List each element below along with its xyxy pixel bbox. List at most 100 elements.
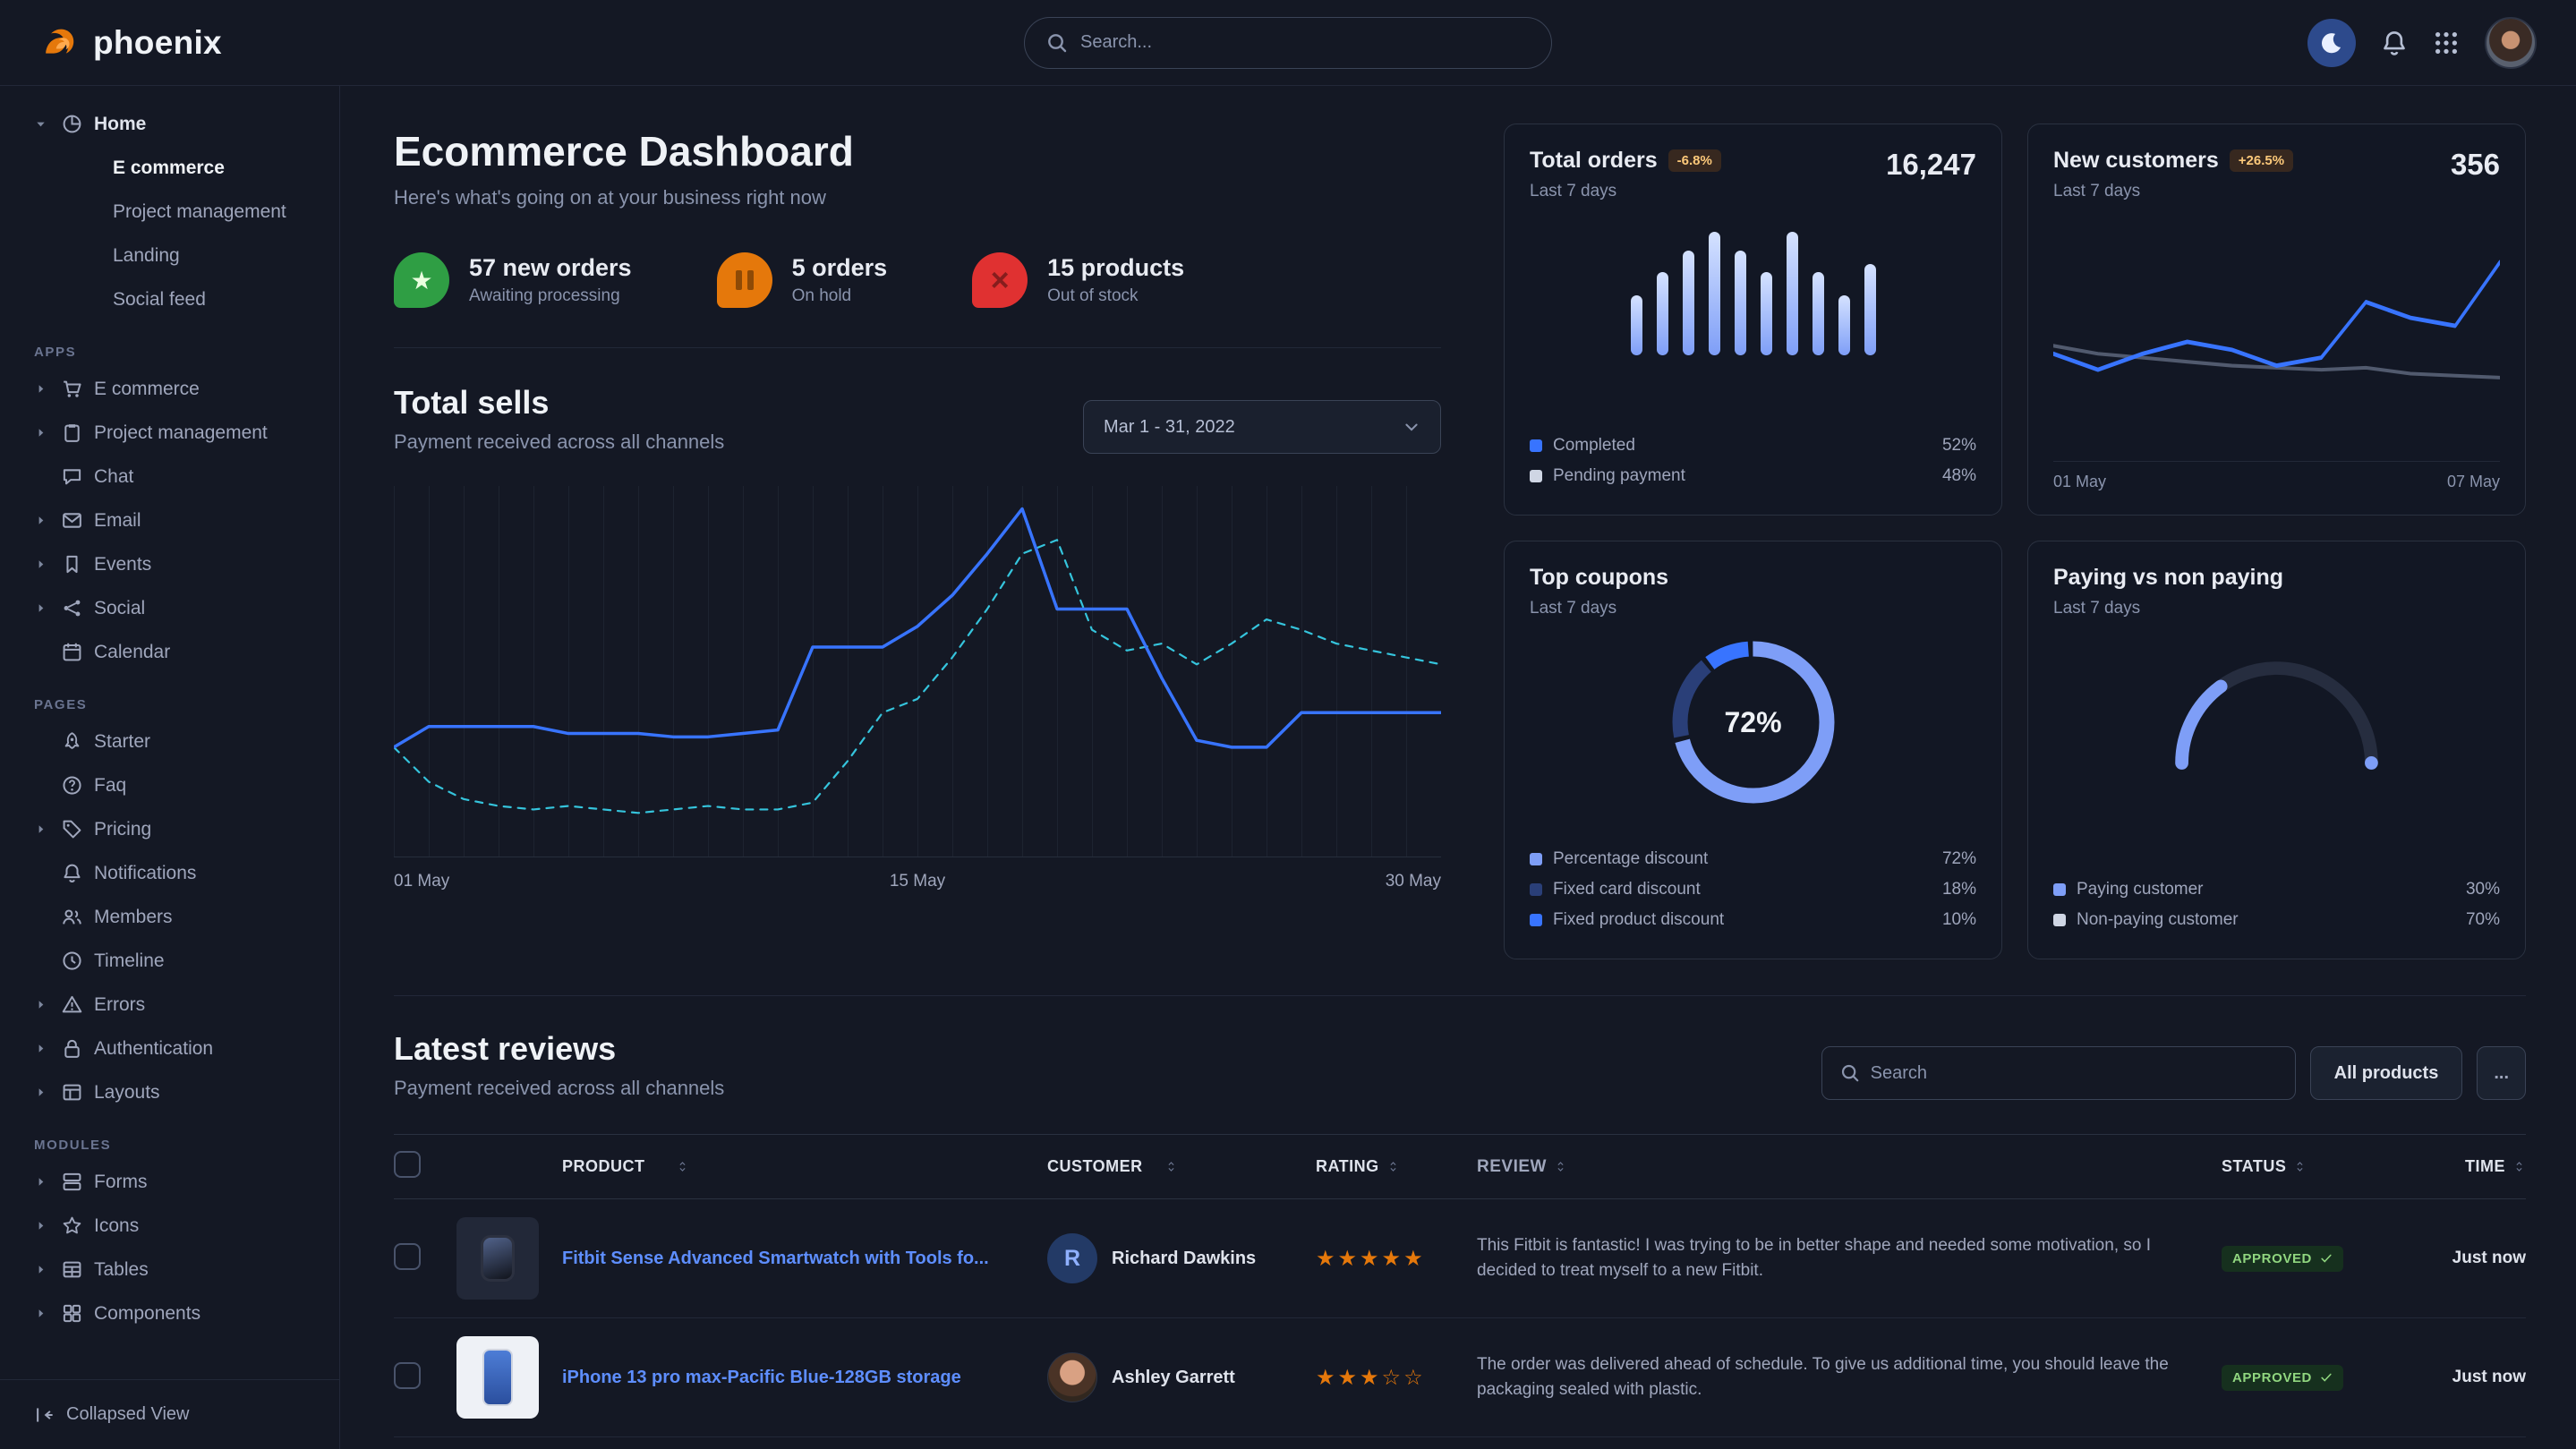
sidebar-item-icons[interactable]: Icons	[34, 1204, 318, 1248]
sort-icon[interactable]	[1386, 1160, 1400, 1173]
sidebar-item-notifications[interactable]: Notifications	[34, 851, 318, 895]
sidebar-item-social-feed[interactable]: Social feed	[34, 277, 318, 321]
sidebar-section-label: PAGES	[34, 697, 318, 712]
x-tick: 15 May	[890, 872, 945, 891]
sidebar-item-landing[interactable]: Landing	[34, 234, 318, 277]
sidebar-item-label: Timeline	[94, 950, 165, 972]
row-checkbox[interactable]	[394, 1243, 421, 1270]
sidebar-item-components[interactable]: Components	[34, 1291, 318, 1335]
date-range-select[interactable]: Mar 1 - 31, 2022	[1083, 400, 1441, 454]
sidebar-item-home[interactable]: Home	[34, 102, 318, 146]
collapsed-view-label: Collapsed View	[66, 1404, 190, 1425]
row-checkbox[interactable]	[394, 1362, 421, 1389]
sidebar-item-errors[interactable]: Errors	[34, 983, 318, 1027]
sidebar-item-calendar[interactable]: Calendar	[34, 630, 318, 674]
sort-icon[interactable]	[2512, 1160, 2526, 1173]
bar	[1631, 295, 1642, 356]
legend-item: Pending payment 48%	[1530, 461, 1976, 491]
sidebar-item-e-commerce[interactable]: E commerce	[34, 367, 318, 411]
select-all-checkbox[interactable]	[394, 1151, 421, 1178]
x-tick: 07 May	[2447, 473, 2500, 491]
sidebar-item-pricing[interactable]: Pricing	[34, 807, 318, 851]
legend-item: Completed 52%	[1530, 430, 1976, 461]
caret-right-icon	[34, 514, 50, 527]
question-icon	[62, 775, 82, 796]
caret-down-icon	[34, 117, 50, 131]
legend-swatch	[1530, 914, 1542, 926]
notifications-button[interactable]	[2381, 30, 2408, 56]
sidebar-item-chat[interactable]: Chat	[34, 455, 318, 499]
theme-toggle-button[interactable]	[2307, 19, 2356, 67]
legend-label: Paying customer	[2077, 880, 2204, 899]
bar	[1787, 232, 1798, 355]
legend-value: 52%	[1942, 436, 1976, 456]
sidebar-item-label: Tables	[94, 1259, 149, 1281]
sidebar-item-project-management[interactable]: Project management	[34, 190, 318, 234]
divider	[394, 347, 1441, 348]
sidebar-item-authentication[interactable]: Authentication	[34, 1027, 318, 1070]
legend-item: Fixed product discount 10%	[1530, 905, 1976, 935]
calendar-icon	[62, 642, 82, 662]
sort-icon[interactable]	[676, 1160, 689, 1173]
sidebar-item-e-commerce[interactable]: E commerce	[34, 146, 318, 190]
date-range-value: Mar 1 - 31, 2022	[1104, 417, 1235, 438]
bar	[1735, 251, 1746, 355]
brand[interactable]: phoenix	[39, 22, 222, 64]
reviews-search[interactable]	[1821, 1046, 2296, 1100]
stat-item: ★ 57 new orders Awaiting processing	[394, 252, 632, 308]
bar	[1683, 251, 1694, 355]
product-link[interactable]: Fitbit Sense Advanced Smartwatch with To…	[562, 1249, 989, 1269]
user-avatar[interactable]	[2485, 17, 2537, 69]
sidebar-item-starter[interactable]: Starter	[34, 720, 318, 763]
stat-value: 15 products	[1047, 254, 1184, 282]
legend-label: Non-paying customer	[2077, 910, 2239, 930]
all-products-button[interactable]: All products	[2310, 1046, 2463, 1100]
sidebar-item-tables[interactable]: Tables	[34, 1248, 318, 1291]
sidebar-item-social[interactable]: Social	[34, 586, 318, 630]
legend-label: Fixed card discount	[1553, 880, 1701, 899]
sidebar-item-label: Pricing	[94, 819, 151, 840]
status-badge: APPROVED	[2222, 1246, 2343, 1272]
sidebar-item-timeline[interactable]: Timeline	[34, 939, 318, 983]
bookmark-icon	[62, 554, 82, 575]
sort-icon[interactable]	[1164, 1160, 1178, 1173]
apps-grid-button[interactable]	[2433, 30, 2460, 56]
collapsed-view-toggle[interactable]: Collapsed View	[0, 1379, 339, 1449]
sidebar-item-label: Events	[94, 554, 151, 575]
product-link[interactable]: iPhone 13 pro max-Pacific Blue-128GB sto…	[562, 1368, 961, 1388]
legend-swatch	[2053, 883, 2066, 896]
column-header-product: PRODUCT	[562, 1157, 645, 1176]
caret-right-icon	[34, 1307, 50, 1320]
more-options-button[interactable]: ...	[2477, 1046, 2526, 1100]
pause-icon	[736, 270, 754, 290]
sidebar-item-forms[interactable]: Forms	[34, 1160, 318, 1204]
sidebar-item-members[interactable]: Members	[34, 895, 318, 939]
stat-sublabel: Awaiting processing	[469, 286, 632, 306]
search-input[interactable]	[1080, 32, 1530, 53]
sidebar: HomeE commerceProject managementLandingS…	[0, 86, 340, 1449]
sidebar-item-events[interactable]: Events	[34, 542, 318, 586]
total-sells-line-chart	[394, 486, 1441, 857]
caret-right-icon	[34, 823, 50, 836]
sidebar-item-label: Email	[94, 510, 141, 532]
sidebar-item-label: Chat	[94, 466, 133, 488]
reviews-search-input[interactable]	[1871, 1063, 2277, 1084]
card-title: Paying vs non paying	[2053, 565, 2283, 591]
sidebar-item-label: Social	[94, 598, 145, 619]
column-header-rating: RATING	[1316, 1157, 1379, 1176]
sort-icon[interactable]	[2293, 1160, 2307, 1173]
legend-value: 48%	[1942, 466, 1976, 486]
global-search[interactable]	[1024, 17, 1552, 69]
sidebar-item-layouts[interactable]: Layouts	[34, 1070, 318, 1114]
sidebar-item-project-management[interactable]: Project management	[34, 411, 318, 455]
sidebar-item-email[interactable]: Email	[34, 499, 318, 542]
product-thumbnail	[456, 1217, 539, 1300]
review-text: The order was delivered ahead of schedul…	[1477, 1352, 2222, 1402]
sidebar-item-faq[interactable]: Faq	[34, 763, 318, 807]
sort-icon[interactable]	[1554, 1160, 1567, 1173]
sidebar-item-label: Authentication	[94, 1038, 213, 1060]
new-customers-line-chart	[2053, 214, 2500, 454]
share-icon	[62, 598, 82, 618]
customer-name: Ashley Garrett	[1112, 1368, 1235, 1388]
legend-swatch	[2053, 914, 2066, 926]
